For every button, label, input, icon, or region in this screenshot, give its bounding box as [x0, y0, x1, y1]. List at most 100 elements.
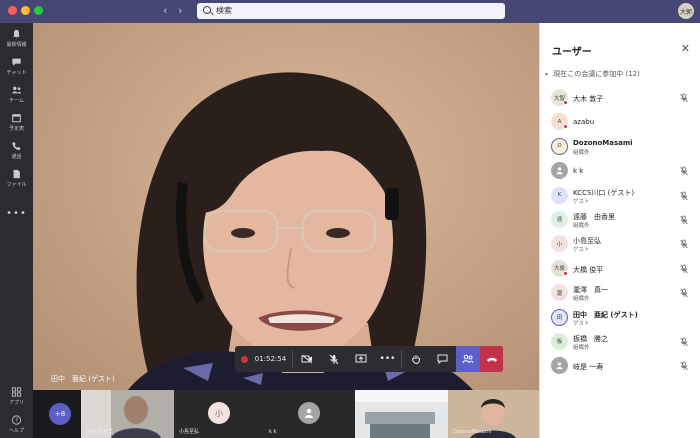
mic-muted-icon — [680, 337, 688, 347]
participant-row[interactable]: 小小島至弘 ゲスト — [540, 232, 700, 256]
avatar-tile[interactable]: k k — [264, 390, 355, 438]
participant-row[interactable]: D DozonoMasami 組織外 — [540, 135, 700, 159]
apps-icon — [11, 387, 22, 397]
participant-subtitle: 組織外 — [573, 149, 590, 156]
share-screen-icon — [355, 354, 366, 363]
participant-subtitle: ゲスト — [573, 247, 590, 254]
chat-bubble-icon — [437, 354, 448, 364]
participant-row[interactable]: K KCCS川口 (ゲスト) ゲスト — [540, 184, 700, 208]
participant-avatar: D — [551, 137, 568, 155]
share-screen-button[interactable] — [347, 346, 374, 372]
participant-row[interactable]: 大俊 大橋 俊平 — [540, 257, 700, 281]
participant-subtitle: ゲスト — [573, 198, 590, 205]
avatar-tile[interactable]: 小 小島至弘 — [174, 390, 264, 438]
participant-row[interactable]: 岐是 一寿 — [540, 354, 700, 378]
in-meeting-section-header[interactable]: ▾ 現在この会議に参加中 (12) — [545, 69, 640, 79]
rail-item-teams[interactable]: チーム — [0, 85, 33, 104]
participant-subtitle: 組織外 — [573, 296, 590, 303]
camera-off-icon — [301, 354, 312, 364]
tile-name: k k — [269, 429, 277, 435]
call-controls: 01:52:54 ••• — [235, 346, 503, 372]
participant-subtitle: ゲスト — [573, 320, 590, 327]
participant-subtitle: 組織外 — [573, 222, 590, 229]
rail-item-help[interactable]: ? ヘルプ — [0, 415, 33, 434]
video-tile[interactable]: DozonoMasami — [448, 390, 539, 438]
hang-up-icon — [486, 357, 497, 362]
close-icon[interactable]: ✕ — [681, 42, 690, 55]
participant-row[interactable]: 大智 大木 敦子 — [540, 86, 700, 110]
mic-muted-icon — [680, 191, 688, 200]
rail-item-activity[interactable]: 最新情報 — [0, 29, 33, 48]
participant-avatar — [551, 357, 568, 375]
mic-toggle-button[interactable] — [320, 346, 347, 372]
participant-row[interactable]: k k — [540, 159, 700, 183]
participant-row[interactable]: Aazabu — [540, 110, 700, 134]
search-input[interactable]: 検索 — [197, 3, 505, 19]
participant-avatar: 板 — [551, 332, 568, 350]
forward-arrow-icon[interactable]: › — [178, 4, 182, 17]
teams-icon — [12, 86, 22, 94]
participant-row[interactable]: 瀧瀧澤 真一 組織外 — [540, 281, 700, 305]
mic-muted-icon — [680, 215, 688, 225]
search-placeholder: 検索 — [216, 6, 232, 15]
tile-name: DozonoMasami — [453, 429, 492, 435]
video-tile[interactable]: 遠藤 由香里 — [81, 390, 174, 438]
hang-up-button[interactable] — [480, 346, 503, 372]
participant-name: 大橋 俊平 — [573, 265, 604, 274]
chat-toggle-button[interactable] — [429, 346, 456, 372]
record-dot-icon — [240, 355, 248, 363]
recording-indicator: 01:52:54 — [235, 346, 292, 372]
participant-name: DozonoMasami — [573, 138, 633, 147]
video-tile[interactable] — [355, 390, 448, 438]
section-label: 現在この会議に参加中 (12) — [553, 70, 640, 78]
participant-avatar: 小 — [551, 235, 568, 253]
person-icon — [556, 167, 563, 175]
participant-row[interactable]: 遠遠藤 由香里 組織外 — [540, 208, 700, 232]
app-rail: 最新情報 チャット チーム 予定表 通話 ファイル ••• アプリ ? ヘルプ — [0, 23, 33, 438]
participant-strip: +8 遠藤 由香里 小 小島至弘 k k DozonoMasami — [33, 390, 539, 438]
participant-avatar — [551, 162, 568, 180]
more-icon: ••• — [6, 208, 27, 219]
main-video-stage: 田中 亜紀 (ゲスト) — [33, 23, 539, 390]
participant-subtitle: 組織外 — [573, 344, 590, 351]
back-arrow-icon[interactable]: ‹ — [163, 4, 167, 17]
more-horizontal-icon: ••• — [379, 354, 396, 364]
help-icon: ? — [11, 415, 22, 425]
speaker-video — [128, 72, 473, 390]
raise-hand-button[interactable] — [402, 346, 429, 372]
file-icon — [13, 169, 20, 179]
rail-item-calls[interactable]: 通話 — [0, 141, 33, 160]
mic-muted-icon — [680, 361, 688, 371]
bell-icon — [13, 29, 20, 39]
minimize-window-button[interactable] — [21, 6, 30, 15]
zoom-window-button[interactable] — [34, 6, 43, 15]
mic-muted-icon — [680, 93, 688, 103]
mic-off-icon — [329, 354, 338, 364]
tile-name: 遠藤 由香里 — [86, 429, 113, 435]
mic-muted-icon — [680, 166, 688, 176]
presence-dot — [563, 124, 568, 130]
people-icon — [462, 354, 474, 364]
participant-row[interactable]: 田田中 亜紀 (ゲスト) ゲスト — [540, 306, 700, 330]
participants-button[interactable] — [456, 346, 480, 372]
participant-name: k k — [573, 167, 584, 176]
more-actions-button[interactable]: ••• — [374, 346, 401, 372]
svg-text:?: ? — [15, 418, 18, 424]
rail-item-files[interactable]: ファイル — [0, 169, 33, 188]
presence-dot — [563, 270, 568, 276]
mic-muted-icon — [680, 288, 688, 298]
hand-icon — [411, 354, 420, 364]
rail-item-chat[interactable]: チャット — [0, 57, 33, 76]
chevron-down-icon: ▾ — [545, 71, 549, 78]
phone-icon — [12, 141, 21, 151]
participant-row[interactable]: 板板橋 勝之 組織外 — [540, 330, 700, 354]
user-avatar[interactable]: 大郭 — [678, 3, 694, 19]
camera-toggle-button[interactable] — [293, 346, 320, 372]
more-participants-tile[interactable]: +8 — [33, 390, 81, 438]
rail-item-calendar[interactable]: 予定表 — [0, 113, 33, 132]
rail-item-apps[interactable]: アプリ — [0, 387, 33, 406]
close-window-button[interactable] — [8, 6, 17, 15]
participant-avatar: 田 — [551, 308, 568, 326]
rail-item-more[interactable]: ••• — [0, 201, 33, 220]
tile-avatar: 小 — [208, 402, 230, 424]
